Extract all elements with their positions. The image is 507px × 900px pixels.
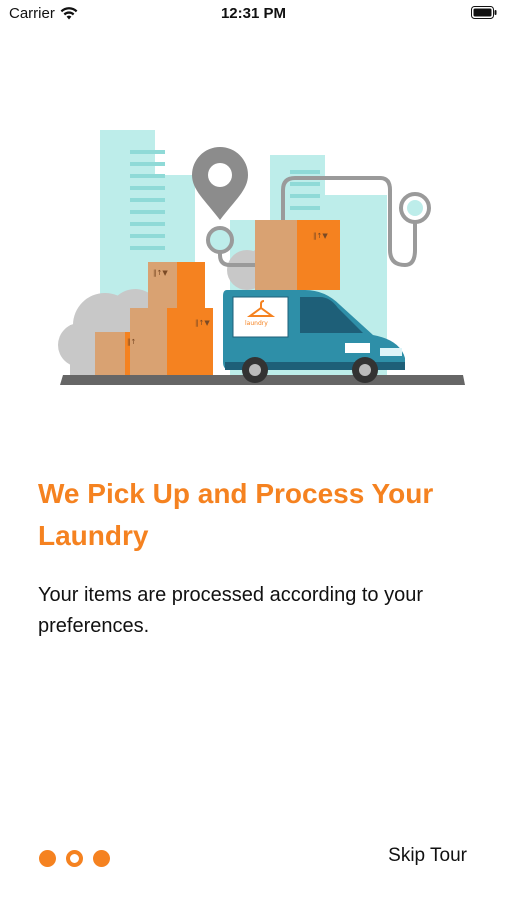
svg-text:‖↑: ‖↑ — [127, 338, 136, 346]
svg-text:‖↑▼: ‖↑▼ — [313, 232, 328, 240]
onboarding-description: Your items are processed according to yo… — [38, 584, 424, 637]
page-indicator[interactable] — [39, 850, 110, 867]
status-bar: Carrier 12:31 PM — [0, 0, 507, 30]
page-dot-2[interactable] — [66, 850, 83, 867]
svg-text:‖↑▼: ‖↑▼ — [153, 269, 168, 277]
status-time: 12:31 PM — [220, 5, 287, 22]
svg-text:‖↑▼: ‖↑▼ — [195, 319, 210, 327]
onboarding-title: We Pick Up and Process Your Laundry — [38, 478, 434, 551]
delivery-illustration: ‖↑▼ ‖↑▼ ‖↑ ‖↑▼ laundry — [58, 130, 465, 385]
van-logo-text: laundry — [245, 320, 268, 327]
battery-icon — [471, 6, 497, 19]
page-dot-3[interactable] — [93, 850, 110, 867]
onboarding-screen: Carrier 12:31 PM ‖↑▼ ‖↑▼ ‖↑ ‖↑▼ laundry … — [0, 0, 507, 900]
location-pin-icon — [192, 147, 248, 220]
page-dot-1[interactable] — [39, 850, 56, 867]
skip-tour-button[interactable]: Skip Tour — [388, 845, 467, 867]
